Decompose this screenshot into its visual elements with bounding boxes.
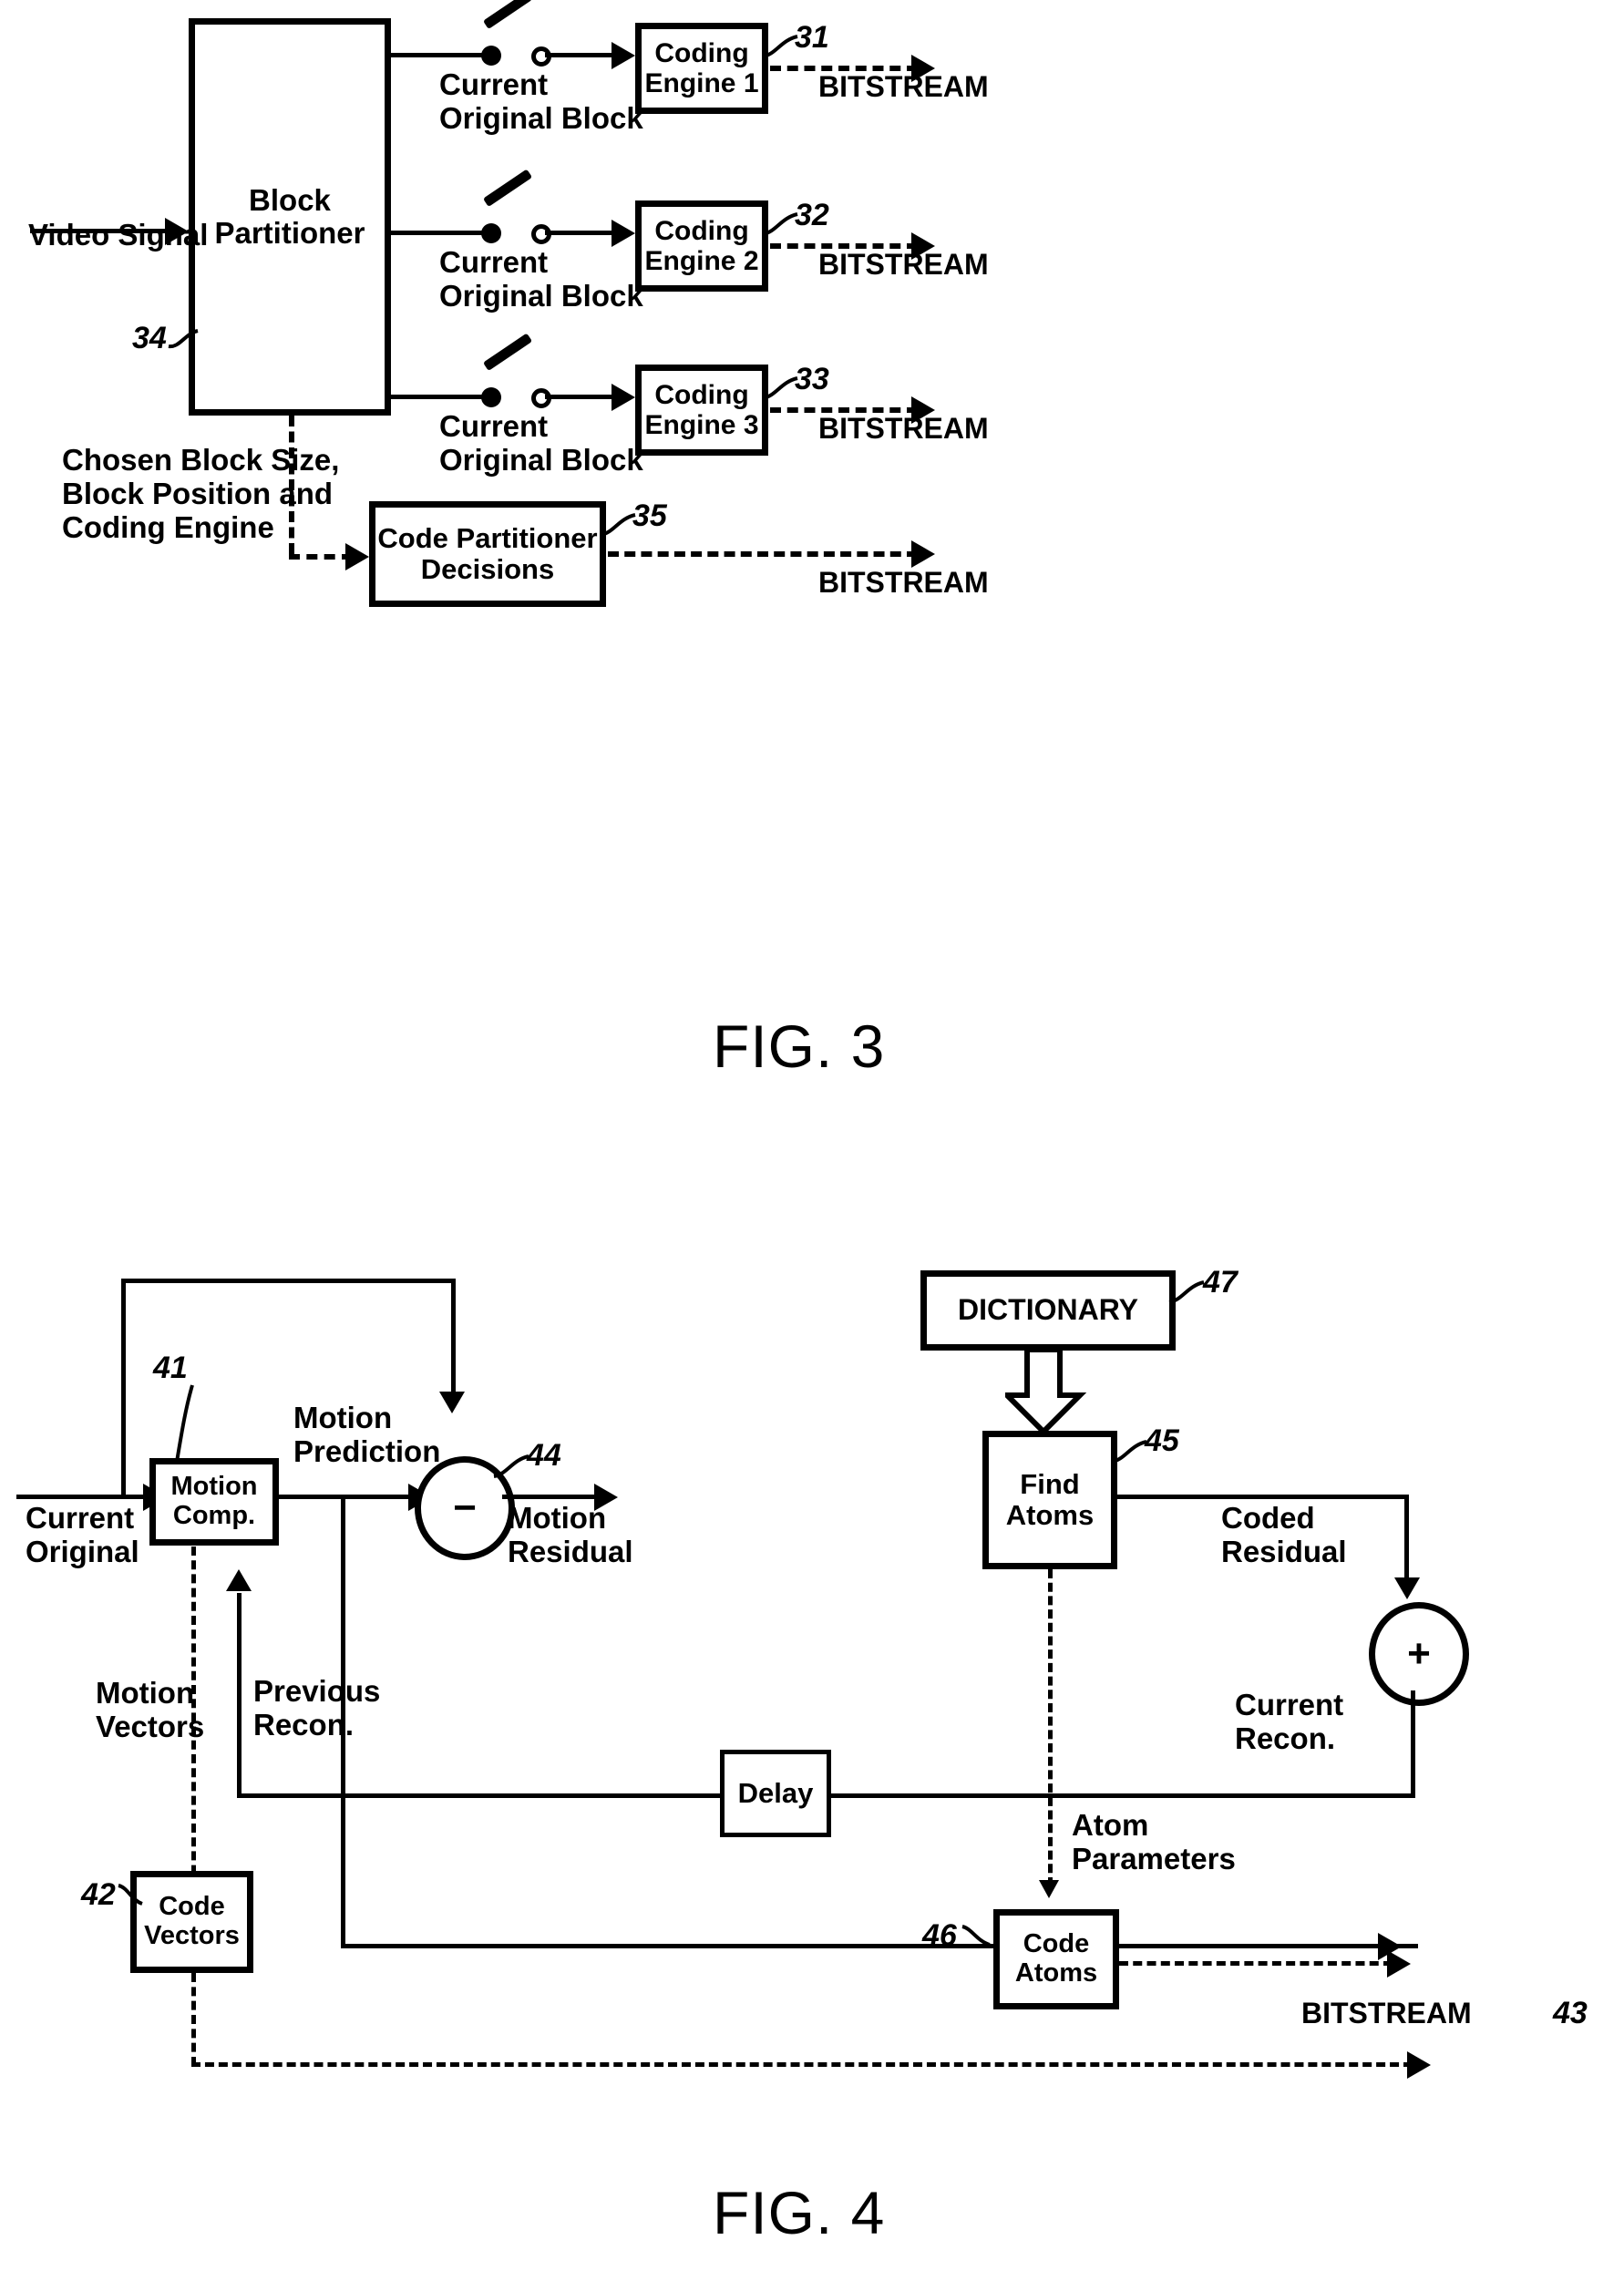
figure-3-caption: FIG. 3 (713, 1012, 886, 1080)
code-vectors-bitstream-down (191, 1973, 196, 2066)
ref-32: 32 (795, 198, 829, 232)
current-recon-down (1411, 1690, 1415, 1798)
ref-42: 42 (81, 1877, 116, 1912)
motion-prediction-label: Motion Prediction (293, 1401, 441, 1468)
add-node: + (1369, 1602, 1469, 1706)
decisions-bitstream-arrowhead (911, 540, 935, 568)
video-signal-label: Video Signal (28, 218, 209, 252)
ref-47: 47 (1203, 1265, 1238, 1300)
switch1-label: Current Original Block (439, 67, 643, 135)
code-atoms-label: Code Atoms (1014, 1929, 1098, 1988)
branch3-line2 (545, 395, 618, 399)
code-atoms-bitstream-label: BITSTREAM (1301, 1997, 1472, 2029)
ref-41-leader (175, 1384, 194, 1463)
delay-label: Delay (737, 1776, 814, 1809)
switch2-label: Current Original Block (439, 245, 643, 313)
switch1-arm[interactable] (482, 0, 533, 30)
code-vectors-bitstream-arrowhead (1407, 2051, 1431, 2079)
fig4-current-original-line (16, 1495, 149, 1499)
code-vectors-label: Code Vectors (144, 1892, 240, 1950)
branch3-line (391, 395, 491, 399)
branch1-line (391, 53, 491, 57)
decisions-dashed-vertical (289, 416, 294, 554)
code-partitioner-decisions-label: Code Partitioner Decisions (377, 521, 598, 585)
atom-parameters-label: Atom Parameters (1072, 1808, 1236, 1875)
coded-residual-line (1117, 1495, 1409, 1499)
ref-34-leader (168, 329, 199, 349)
add-node-symbol: + (1407, 1631, 1431, 1676)
branch3-arrowhead (612, 384, 635, 411)
ref-45: 45 (1145, 1423, 1179, 1458)
fig4-top-feedback-down (451, 1279, 456, 1395)
motion-comp-label: Motion Comp. (170, 1472, 258, 1530)
find-atoms-label: Find Atoms (1005, 1467, 1095, 1531)
branch1-line2 (545, 53, 618, 57)
code-vectors-bitstream-right (191, 2062, 1413, 2067)
motion-residual-label: Motion Residual (508, 1501, 633, 1568)
previous-recon-label: Previous Recon. (253, 1674, 381, 1742)
coding-engine-1-label: Coding Engine 1 (644, 38, 759, 98)
decisions-arrowhead (345, 543, 369, 570)
ref-44: 44 (527, 1438, 561, 1473)
coded-residual-label: Coded Residual (1221, 1501, 1347, 1568)
ref-42-leader (118, 1884, 143, 1906)
fig4-top-feedback-arrowhead (439, 1392, 465, 1413)
switch1-pivot (481, 46, 501, 66)
dictionary-label: DICTIONARY (958, 1293, 1138, 1327)
current-recon-left (817, 1793, 1415, 1798)
figure-4-caption: FIG. 4 (713, 2179, 886, 2246)
chosen-block-size-label: Chosen Block Size, Block Position and Co… (62, 443, 340, 544)
decisions-bitstream-dashed (608, 551, 918, 557)
branch2-line2 (545, 231, 618, 235)
code-atoms-bitstream-arrowhead (1387, 1950, 1411, 1978)
switch3-arm[interactable] (482, 333, 533, 372)
ref-35: 35 (632, 498, 667, 533)
atom-parameters-arrowhead (1039, 1880, 1059, 1898)
previous-recon-line (237, 1793, 722, 1798)
switch3-pivot (481, 387, 501, 407)
atom-parameters-dashed (1048, 1569, 1053, 1886)
code-atoms-bitstream-line (1119, 1961, 1393, 1966)
motion-residual-line (502, 1495, 607, 1499)
switch2-pivot (481, 223, 501, 243)
patent-figure-sheet: Block Partitioner 34 Video Signal Current… (0, 0, 1624, 2281)
fig4-current-original-label: Current Original (26, 1501, 139, 1568)
block-partitioner-label: Block Partitioner (214, 182, 365, 250)
dictionary-hollow-arrow-icon (1005, 1350, 1087, 1433)
previous-recon-up (237, 1593, 242, 1796)
fig4-top-feedback-horizontal (121, 1279, 456, 1283)
branch2-line (391, 231, 491, 235)
coded-residual-arrowhead (1394, 1577, 1420, 1599)
ref-33: 33 (795, 362, 829, 396)
ref-46: 46 (922, 1918, 957, 1953)
switch3-label: Current Original Block (439, 409, 643, 477)
ref-41: 41 (153, 1351, 188, 1385)
decisions-bitstream-label: BITSTREAM (818, 566, 989, 599)
ref-34: 34 (132, 321, 167, 355)
motion-vectors-label: Motion Vectors (96, 1676, 205, 1743)
ref-46-leader (961, 1925, 991, 1947)
decisions-dashed-horizontal (289, 554, 353, 560)
bitstream1-label: BITSTREAM (818, 70, 989, 103)
bitstream3-label: BITSTREAM (818, 412, 989, 445)
coded-residual-down (1404, 1495, 1409, 1581)
subtract-node-symbol: − (453, 1485, 477, 1530)
motion-prediction-to-adder (341, 1944, 1418, 1948)
bitstream2-label: BITSTREAM (818, 248, 989, 281)
branch1-arrowhead (612, 42, 635, 69)
switch2-arm[interactable] (482, 169, 533, 208)
ref-31: 31 (795, 20, 829, 55)
current-recon-label: Current Recon. (1235, 1688, 1344, 1755)
fig4-input-tap-vertical (121, 1279, 126, 1497)
branch2-arrowhead (612, 220, 635, 247)
ref-43: 43 (1553, 1996, 1588, 2030)
coding-engine-2-label: Coding Engine 2 (644, 216, 759, 276)
previous-recon-arrowhead-up (226, 1569, 252, 1591)
coding-engine-3-label: Coding Engine 3 (644, 380, 759, 440)
